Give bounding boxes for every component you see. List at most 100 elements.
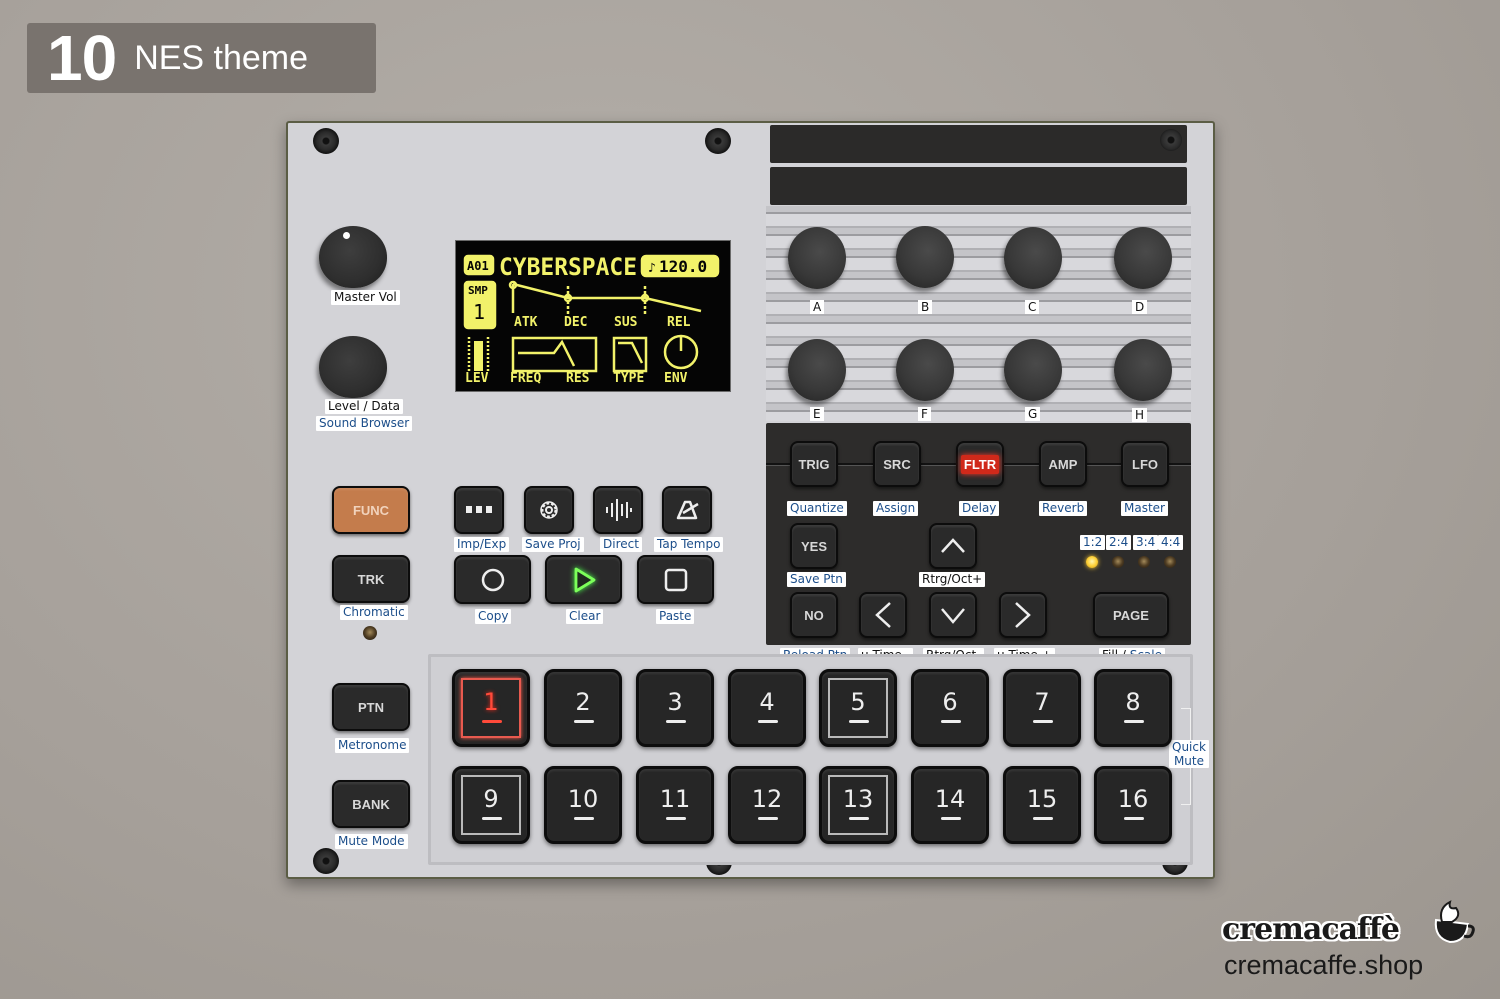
pad-16[interactable]: 16 bbox=[1094, 766, 1172, 844]
pad-4[interactable]: 4 bbox=[728, 669, 806, 747]
pad-number: 11 bbox=[659, 785, 691, 813]
imp-exp-label: Imp/Exp bbox=[454, 537, 510, 552]
chromatic-label: Chromatic bbox=[340, 605, 408, 620]
yes-button[interactable]: YES bbox=[790, 523, 838, 569]
ptn-button-label: PTN bbox=[358, 699, 384, 715]
no-button-label: NO bbox=[804, 607, 824, 623]
encoder-label-c: C bbox=[1025, 300, 1040, 314]
pad-underline bbox=[482, 817, 502, 820]
quick-mute-label: Quick Mute bbox=[1169, 740, 1209, 768]
encoder-g[interactable] bbox=[1004, 339, 1062, 401]
pad-6[interactable]: 6 bbox=[911, 669, 989, 747]
level-data-label: Level / Data bbox=[325, 399, 403, 414]
bank-button[interactable]: BANK bbox=[332, 780, 410, 828]
left-button[interactable] bbox=[859, 592, 907, 638]
pad-14[interactable]: 14 bbox=[911, 766, 989, 844]
encoder-label-d: D bbox=[1132, 300, 1148, 314]
mute-mode-label: Mute Mode bbox=[335, 834, 408, 849]
page-button[interactable]: PAGE bbox=[1093, 592, 1169, 638]
tempo-value: 120.0 bbox=[659, 257, 707, 276]
trk-button[interactable]: TRK bbox=[332, 555, 410, 603]
encoder-d[interactable] bbox=[1114, 227, 1172, 289]
amp-button[interactable]: AMP bbox=[1039, 441, 1087, 487]
level-meter bbox=[474, 341, 483, 371]
paste-label: Paste bbox=[656, 609, 695, 624]
pad-number: 5 bbox=[850, 688, 866, 716]
pad-3[interactable]: 3 bbox=[636, 669, 714, 747]
master-vol-knob[interactable] bbox=[319, 226, 387, 288]
param-label-lev: LEV bbox=[465, 371, 489, 386]
metronome-label: Metronome bbox=[335, 738, 410, 753]
tap-tempo-button[interactable] bbox=[662, 486, 712, 534]
pad-8[interactable]: 8 bbox=[1094, 669, 1172, 747]
pad-1[interactable]: 1 bbox=[452, 669, 530, 747]
pad-11[interactable]: 11 bbox=[636, 766, 714, 844]
encoder-a[interactable] bbox=[788, 227, 846, 289]
pad-underline bbox=[941, 720, 961, 723]
chevron-down-icon bbox=[941, 608, 965, 624]
screw-icon bbox=[1160, 129, 1182, 151]
pad-12[interactable]: 12 bbox=[728, 766, 806, 844]
encoder-c[interactable] bbox=[1004, 227, 1062, 289]
page-indicator-label-4: 4:4 bbox=[1158, 535, 1184, 550]
no-button[interactable]: NO bbox=[790, 592, 838, 638]
encoder-label-f: F bbox=[918, 407, 931, 421]
pad-underline bbox=[1033, 720, 1053, 723]
func-button[interactable]: FUNC bbox=[332, 486, 410, 534]
pad-10[interactable]: 10 bbox=[544, 766, 622, 844]
page-indicator-label-2: 2:4 bbox=[1106, 535, 1132, 550]
encoder-label-h: H bbox=[1132, 408, 1148, 422]
up-button[interactable] bbox=[929, 523, 977, 569]
level-data-knob[interactable] bbox=[319, 336, 387, 398]
encoder-label-g: G bbox=[1025, 407, 1041, 421]
encoder-b[interactable] bbox=[896, 226, 954, 288]
trig-button-label: TRIG bbox=[798, 456, 830, 472]
lfo-button[interactable]: LFO bbox=[1121, 441, 1169, 487]
title-number: 10 bbox=[47, 22, 117, 94]
save-ptn-label: Save Ptn bbox=[787, 572, 846, 587]
brand-url: cremacaffe.shop bbox=[1224, 950, 1424, 980]
imp-exp-button[interactable] bbox=[454, 486, 504, 534]
encoder-h[interactable] bbox=[1114, 339, 1172, 401]
pad-2[interactable]: 2 bbox=[544, 669, 622, 747]
oled-display: A01 CYBERSPACE ♪ 120.0 SMP 1 ATK DEC SUS… bbox=[455, 240, 731, 392]
ptn-button[interactable]: PTN bbox=[332, 683, 410, 731]
master-vol-label: Master Vol bbox=[331, 290, 400, 305]
pad-15[interactable]: 15 bbox=[1003, 766, 1081, 844]
pad-13[interactable]: 13 bbox=[819, 766, 897, 844]
title-text: NES theme bbox=[134, 38, 309, 77]
pad-7[interactable]: 7 bbox=[1003, 669, 1081, 747]
encoder-f[interactable] bbox=[896, 339, 954, 401]
fltr-button[interactable]: FLTR bbox=[956, 441, 1004, 487]
metronome-icon bbox=[676, 500, 699, 520]
gear-icon bbox=[540, 501, 558, 519]
metronome-icon: ♪ bbox=[648, 261, 656, 276]
src-button[interactable]: SRC bbox=[873, 441, 921, 487]
record-button[interactable] bbox=[454, 555, 531, 604]
stop-button[interactable] bbox=[637, 555, 714, 604]
slot-text: A01 bbox=[467, 259, 489, 273]
play-icon bbox=[574, 567, 595, 592]
play-button[interactable] bbox=[545, 555, 622, 604]
page-led-1 bbox=[1086, 556, 1098, 568]
right-button[interactable] bbox=[999, 592, 1047, 638]
top-slot bbox=[770, 125, 1187, 163]
trig-button[interactable]: TRIG bbox=[790, 441, 838, 487]
down-button[interactable] bbox=[929, 592, 977, 638]
coffee-cup-icon bbox=[1434, 900, 1475, 944]
env-label-rel: REL bbox=[667, 315, 691, 330]
pad-number: 6 bbox=[942, 688, 958, 716]
pad-5[interactable]: 5 bbox=[819, 669, 897, 747]
pad-underline bbox=[1033, 817, 1053, 820]
encoder-e[interactable] bbox=[788, 339, 846, 401]
save-proj-button[interactable] bbox=[524, 486, 574, 534]
pad-9[interactable]: 9 bbox=[452, 766, 530, 844]
sample-number: 1 bbox=[473, 300, 485, 324]
screw-icon bbox=[313, 128, 339, 154]
waveform-icon bbox=[606, 499, 632, 521]
direct-button[interactable] bbox=[593, 486, 643, 534]
chevron-right-icon bbox=[1015, 602, 1031, 628]
pad-number: 7 bbox=[1034, 688, 1050, 716]
pad-number: 9 bbox=[483, 785, 499, 813]
chevron-up-icon bbox=[941, 538, 965, 553]
